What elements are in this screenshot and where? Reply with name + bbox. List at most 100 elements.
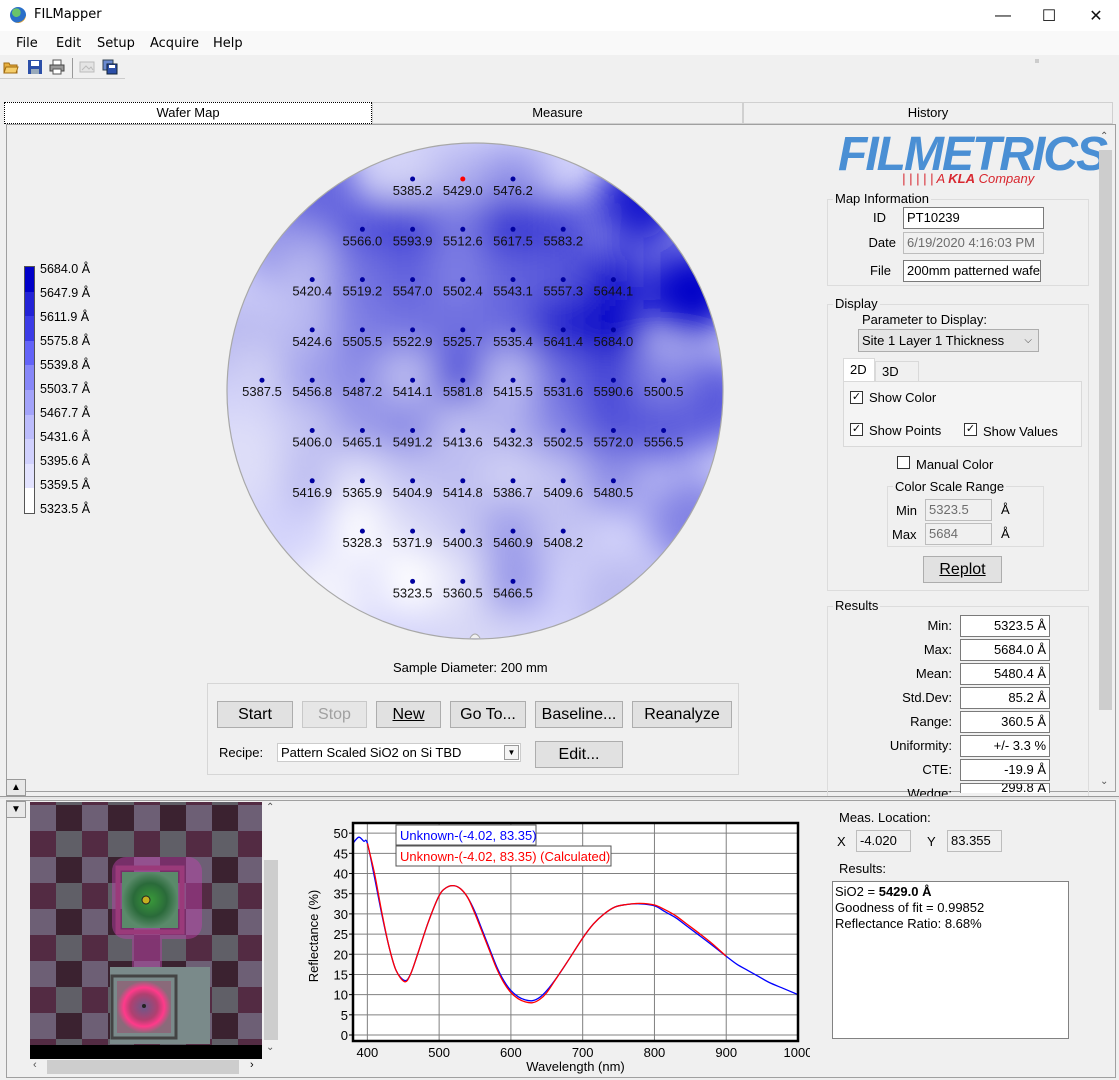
close-button[interactable]: ✕ — [1073, 0, 1119, 31]
measurement-point[interactable] — [510, 428, 516, 433]
id-input[interactable]: PT10239 — [903, 207, 1044, 229]
measurement-point[interactable] — [510, 478, 516, 484]
reflectance-chart[interactable]: 400 500 600 700 800 900 1000 0 5 10 15 20 25 30 35 40 45… — [300, 815, 810, 1077]
measurement-point[interactable] — [410, 327, 416, 333]
tab-wafer-map[interactable]: Wafer Map — [4, 102, 372, 124]
recipe-dropdown[interactable]: Pattern Scaled SiO2 on Si TBD — [277, 743, 521, 762]
measurement-point[interactable] — [359, 226, 365, 232]
camera-scroll-right-icon[interactable]: › — [250, 1059, 254, 1071]
tab-2d[interactable]: 2D — [843, 358, 875, 382]
camera-vertical-scrollbar[interactable]: ⌃ ⌄ — [263, 802, 279, 1059]
measurement-point[interactable] — [359, 478, 365, 484]
collapse-up-icon[interactable]: ▲ — [6, 779, 26, 796]
new-button[interactable]: New — [376, 701, 441, 728]
measurement-point[interactable] — [610, 478, 616, 484]
measurement-point[interactable] — [410, 578, 416, 584]
measurement-point[interactable] — [359, 377, 365, 383]
measurement-point[interactable] — [309, 327, 315, 333]
tab-measure[interactable]: Measure — [372, 102, 743, 124]
measurement-results-box[interactable]: SiO2 = 5429.0 Å Goodness of fit = 0.9985… — [832, 881, 1069, 1039]
open-folder-icon[interactable] — [3, 59, 19, 75]
measurement-point[interactable] — [510, 578, 516, 584]
measurement-point[interactable] — [359, 428, 365, 433]
show-color-checkbox[interactable]: ✓ — [850, 391, 863, 404]
scrollbar-thumb[interactable] — [1099, 150, 1112, 710]
measurement-point[interactable] — [610, 428, 616, 433]
measurement-point[interactable] — [309, 377, 315, 383]
show-points-checkbox[interactable]: ✓ — [850, 423, 863, 436]
measurement-point[interactable] — [460, 226, 466, 232]
measurement-point[interactable] — [560, 327, 566, 333]
tab-history[interactable]: History — [743, 102, 1113, 124]
measurement-point[interactable] — [460, 428, 466, 433]
maximize-button[interactable]: ☐ — [1026, 0, 1072, 31]
measurement-point[interactable] — [510, 528, 516, 534]
tab-3d[interactable]: 3D — [875, 361, 919, 382]
measurement-point[interactable] — [259, 377, 265, 383]
camera-scroll-thumb[interactable] — [264, 860, 278, 1040]
save-icon[interactable] — [27, 59, 43, 75]
menu-file[interactable]: File — [16, 36, 38, 51]
camera-view[interactable] — [30, 802, 262, 1059]
measurement-point[interactable] — [309, 428, 315, 433]
measurement-point[interactable] — [560, 428, 566, 433]
measurement-point[interactable] — [460, 327, 466, 333]
measurement-point[interactable] — [410, 377, 416, 383]
manual-color-checkbox[interactable] — [897, 456, 910, 469]
measurement-point[interactable] — [410, 226, 416, 232]
measurement-point[interactable] — [410, 528, 416, 534]
measurement-point[interactable] — [309, 277, 315, 283]
camera-scroll-left-icon[interactable]: ‹ — [33, 1059, 37, 1071]
replot-button[interactable]: Replot — [923, 556, 1002, 583]
camera-scroll-down-icon[interactable]: ⌄ — [266, 1042, 274, 1053]
menu-setup[interactable]: Setup — [97, 36, 135, 51]
scroll-down-icon[interactable]: ⌄ — [1100, 776, 1108, 787]
menu-acquire[interactable]: Acquire — [150, 36, 199, 51]
measurement-point[interactable] — [460, 277, 466, 283]
measurement-point[interactable] — [410, 428, 416, 433]
measurement-point[interactable] — [460, 578, 466, 584]
measurement-point[interactable] — [560, 377, 566, 383]
edit-recipe-button[interactable]: Edit... — [535, 741, 623, 768]
measurement-point[interactable] — [510, 176, 516, 182]
collapse-down-icon[interactable]: ▼ — [6, 801, 26, 818]
measurement-point[interactable] — [510, 377, 516, 383]
file-input[interactable]: 200mm patterned wafe — [903, 260, 1041, 282]
measurement-point[interactable] — [309, 478, 315, 484]
save-all-icon[interactable] — [102, 59, 118, 75]
print-icon[interactable] — [49, 59, 65, 75]
measurement-point[interactable] — [410, 176, 416, 182]
wafer-map[interactable]: 5385.2 5429.0 5476.2 5566.0 5593.9 5512.6 5617… — [222, 141, 728, 643]
measurement-point[interactable] — [460, 478, 466, 484]
selected-measurement-point[interactable] — [460, 176, 466, 182]
camera-horizontal-scrollbar[interactable]: ‹ › — [30, 1059, 262, 1075]
measurement-point[interactable] — [510, 327, 516, 333]
measurement-point[interactable] — [560, 478, 566, 484]
reanalyze-button[interactable]: Reanalyze — [632, 701, 732, 728]
measurement-point[interactable] — [460, 377, 466, 383]
measurement-point[interactable] — [359, 277, 365, 283]
measurement-point[interactable] — [359, 528, 365, 534]
show-values-checkbox[interactable]: ✓ — [964, 423, 977, 436]
measurement-point[interactable] — [661, 428, 667, 433]
menu-help[interactable]: Help — [213, 36, 243, 51]
dropdown-arrow-icon[interactable]: ▼ — [504, 745, 519, 760]
splitter[interactable] — [0, 796, 1119, 799]
go-to-button[interactable]: Go To... — [450, 701, 526, 728]
measurement-point[interactable] — [560, 226, 566, 232]
minimize-button[interactable]: — — [980, 0, 1026, 31]
camera-hscroll-thumb[interactable] — [47, 1060, 239, 1074]
menu-edit[interactable]: Edit — [56, 36, 81, 51]
measurement-point[interactable] — [359, 327, 365, 333]
measurement-point[interactable] — [661, 377, 667, 383]
measurement-point[interactable] — [410, 478, 416, 484]
measurement-point[interactable] — [460, 528, 466, 534]
measurement-point[interactable] — [610, 377, 616, 383]
measurement-point[interactable] — [610, 327, 616, 333]
measurement-point[interactable] — [510, 277, 516, 283]
measurement-point[interactable] — [610, 277, 616, 283]
scroll-up-icon[interactable]: ⌃ — [1100, 131, 1108, 142]
parameter-dropdown[interactable]: Site 1 Layer 1 Thickness ⌵ — [858, 329, 1039, 352]
start-button[interactable]: Start — [217, 701, 293, 728]
measurement-point[interactable] — [410, 277, 416, 283]
